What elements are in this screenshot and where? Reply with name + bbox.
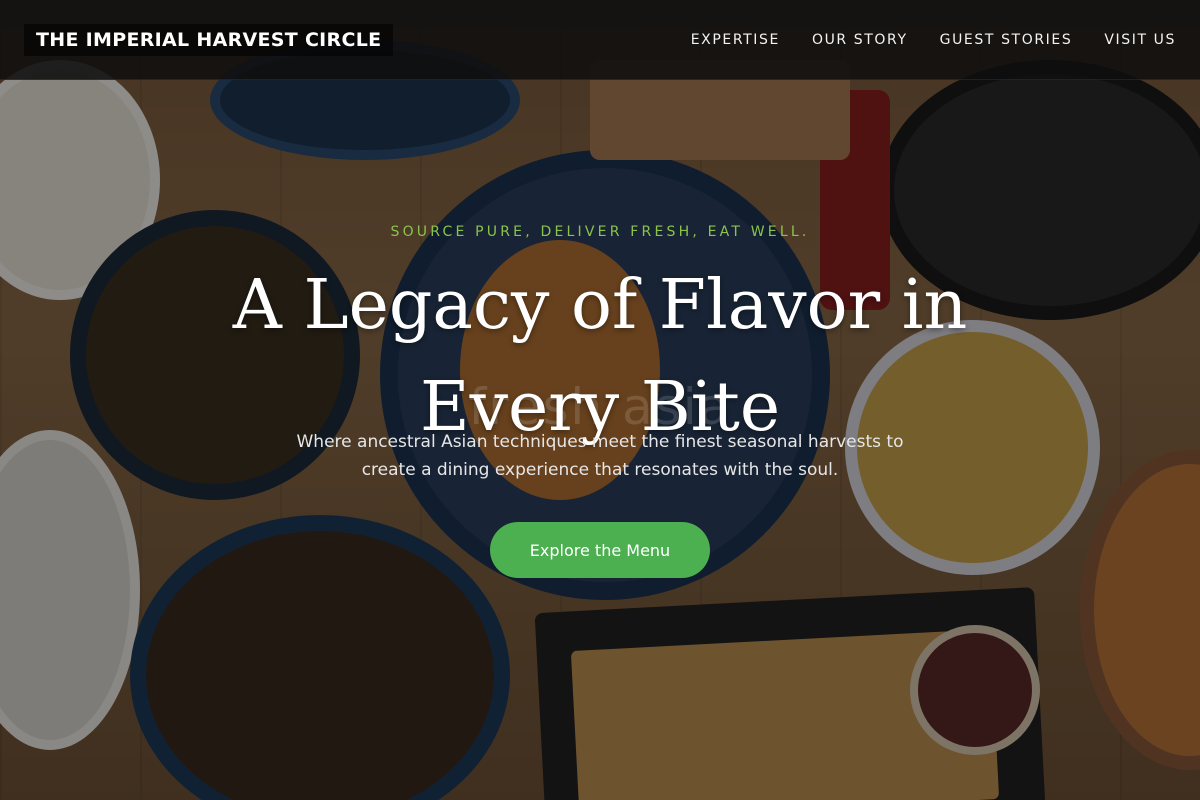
hero-tagline: SOURCE PURE, DELIVER FRESH, EAT WELL. <box>390 224 810 240</box>
hero-section: SOURCE PURE, DELIVER FRESH, EAT WELL. A … <box>0 0 1200 800</box>
hero-subtitle: Where ancestral Asian techniques meet th… <box>296 432 904 480</box>
explore-menu-button[interactable]: Explore the Menu <box>490 522 710 578</box>
